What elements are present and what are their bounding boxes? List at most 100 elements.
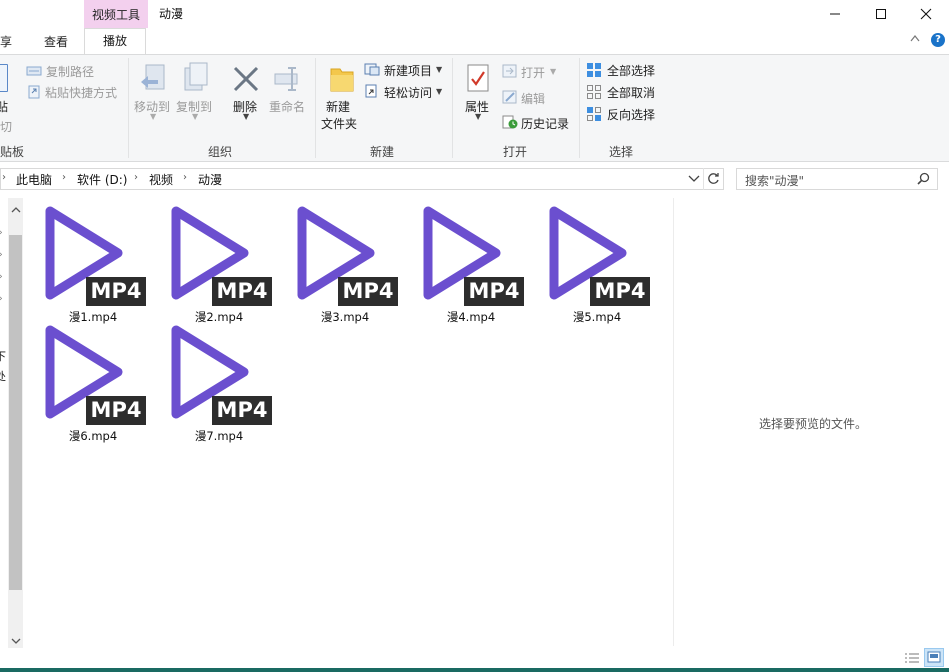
details-view-icon[interactable] — [904, 651, 920, 668]
properties-button[interactable]: 属性 ▼ — [460, 60, 496, 124]
close-button[interactable] — [903, 0, 949, 28]
breadcrumb-anime[interactable]: 动漫 — [198, 171, 222, 188]
file-item[interactable]: MP4 漫1.mp4 — [38, 205, 148, 324]
search-icon[interactable] — [917, 172, 930, 188]
move-to-button[interactable]: 移动到 ▼ — [134, 60, 172, 121]
group-label-new: 新建 — [370, 145, 395, 159]
file-name: 漫4.mp4 — [446, 310, 496, 324]
paste-icon — [0, 64, 8, 92]
address-divider — [703, 168, 704, 190]
nav-expand-icon[interactable]: › — [0, 294, 3, 304]
group-label-select: 选择 — [609, 145, 634, 159]
minimize-icon — [830, 13, 840, 15]
context-tab-group-label: 视频工具 — [92, 8, 141, 22]
select-none-label: 全部取消 — [607, 86, 656, 100]
context-tab-group: 视频工具 — [84, 0, 148, 28]
file-name: 漫5.mp4 — [572, 310, 622, 324]
file-item[interactable]: MP4 漫7.mp4 — [164, 324, 274, 443]
file-item[interactable]: MP4 漫3.mp4 — [290, 205, 400, 324]
nav-item-partial[interactable]: 处 — [0, 368, 6, 384]
maximize-button[interactable] — [858, 0, 904, 28]
breadcrumb-this-pc[interactable]: 此电脑 — [16, 171, 52, 188]
file-item[interactable]: MP4 漫6.mp4 — [38, 324, 148, 443]
new-item-icon — [364, 63, 380, 76]
breadcrumb-videos[interactable]: 视频 — [149, 171, 173, 188]
open-label: 打开 — [521, 66, 546, 80]
close-icon — [920, 8, 932, 20]
select-none-icon — [587, 85, 601, 99]
select-all-label: 全部选择 — [607, 64, 656, 78]
new-folder-label-2: 文件夹 — [321, 117, 358, 131]
breadcrumb-separator-icon[interactable]: › — [134, 172, 138, 183]
copy-to-button[interactable]: 复制到 ▼ — [176, 60, 214, 121]
mp4-badge: MP4 — [590, 277, 650, 306]
taskbar-edge — [0, 668, 949, 672]
edit-icon — [502, 90, 517, 104]
ribbon-separator — [452, 58, 453, 158]
tab-share-label: 共享 — [0, 35, 13, 49]
preview-message: 选择要预览的文件。 — [759, 417, 868, 431]
invert-selection-label: 反向选择 — [607, 108, 656, 122]
mp4-badge: MP4 — [86, 277, 146, 306]
status-bar — [0, 648, 949, 668]
scroll-down-icon[interactable] — [11, 634, 21, 648]
delete-dropdown-icon: ▼ — [243, 112, 250, 121]
file-item[interactable]: MP4 漫5.mp4 — [542, 205, 652, 324]
history-label: 历史记录 — [521, 117, 570, 131]
open-dropdown-icon: ▼ — [550, 67, 557, 76]
new-folder-button[interactable]: 新建 文件夹 — [320, 60, 360, 132]
paste-label[interactable]: 贴 — [0, 98, 8, 115]
scroll-up-icon[interactable] — [11, 202, 21, 216]
rename-button[interactable]: 重命名 — [268, 60, 308, 120]
nav-expand-icon[interactable]: › — [0, 228, 3, 238]
address-history-dropdown-icon[interactable] — [688, 173, 700, 187]
ribbon-separator — [579, 58, 580, 158]
ribbon-collapse-icon[interactable] — [910, 32, 920, 45]
mp4-badge: MP4 — [86, 396, 146, 425]
new-item-label: 新建项目 — [384, 64, 433, 78]
breadcrumb-separator-icon[interactable]: › — [62, 172, 66, 183]
breadcrumb-drive-d[interactable]: 软件 (D:) — [77, 171, 127, 188]
nav-expand-icon[interactable]: › — [0, 250, 3, 260]
paste-shortcut-icon — [28, 85, 40, 99]
minimize-button[interactable] — [812, 0, 858, 28]
ribbon-separator — [128, 58, 129, 158]
edit-label: 编辑 — [521, 92, 546, 106]
tab-play-label: 播放 — [102, 34, 127, 48]
mp4-badge: MP4 — [464, 277, 524, 306]
file-name: 漫6.mp4 — [68, 429, 118, 443]
file-name: 漫2.mp4 — [194, 310, 244, 324]
nav-scrollbar-thumb[interactable] — [9, 235, 22, 590]
tab-play[interactable]: 播放 — [84, 28, 146, 55]
nav-expand-icon[interactable]: › — [0, 272, 3, 282]
tab-view-label: 查看 — [44, 35, 69, 49]
tab-share[interactable]: 共享 — [0, 33, 12, 50]
breadcrumb-separator-icon[interactable]: › — [183, 172, 187, 183]
cut-label[interactable]: 剪切 — [0, 118, 12, 135]
delete-button[interactable]: 删除 ▼ — [230, 60, 262, 121]
new-item-dropdown-icon: ▼ — [436, 65, 443, 74]
tab-view[interactable]: 查看 — [44, 33, 68, 50]
properties-dropdown-icon: ▼ — [475, 112, 482, 121]
properties-icon — [467, 64, 489, 92]
easy-access-icon — [365, 84, 377, 98]
new-folder-icon — [330, 68, 354, 92]
large-icons-view-button[interactable] — [924, 648, 944, 667]
maximize-icon — [876, 9, 886, 19]
help-icon[interactable]: ? — [931, 33, 945, 47]
delete-icon — [233, 66, 259, 92]
history-icon — [502, 115, 518, 129]
preview-pane-divider[interactable] — [673, 198, 674, 646]
file-item[interactable]: MP4 漫2.mp4 — [164, 205, 274, 324]
refresh-icon[interactable] — [707, 172, 720, 188]
file-item[interactable]: MP4 漫4.mp4 — [416, 205, 526, 324]
search-placeholder: 搜索"动漫" — [745, 174, 805, 188]
copy-path-label: 复制路径 — [46, 65, 95, 79]
group-label-open: 打开 — [503, 145, 528, 159]
file-name: 漫1.mp4 — [68, 310, 118, 324]
paste-shortcut-label: 粘贴快捷方式 — [45, 86, 118, 100]
easy-access-dropdown-icon: ▼ — [436, 87, 443, 96]
nav-item-partial[interactable]: 下 — [0, 348, 6, 364]
group-label-organize: 组织 — [208, 145, 233, 159]
group-label-clipboard: 剪贴板 — [0, 145, 25, 159]
